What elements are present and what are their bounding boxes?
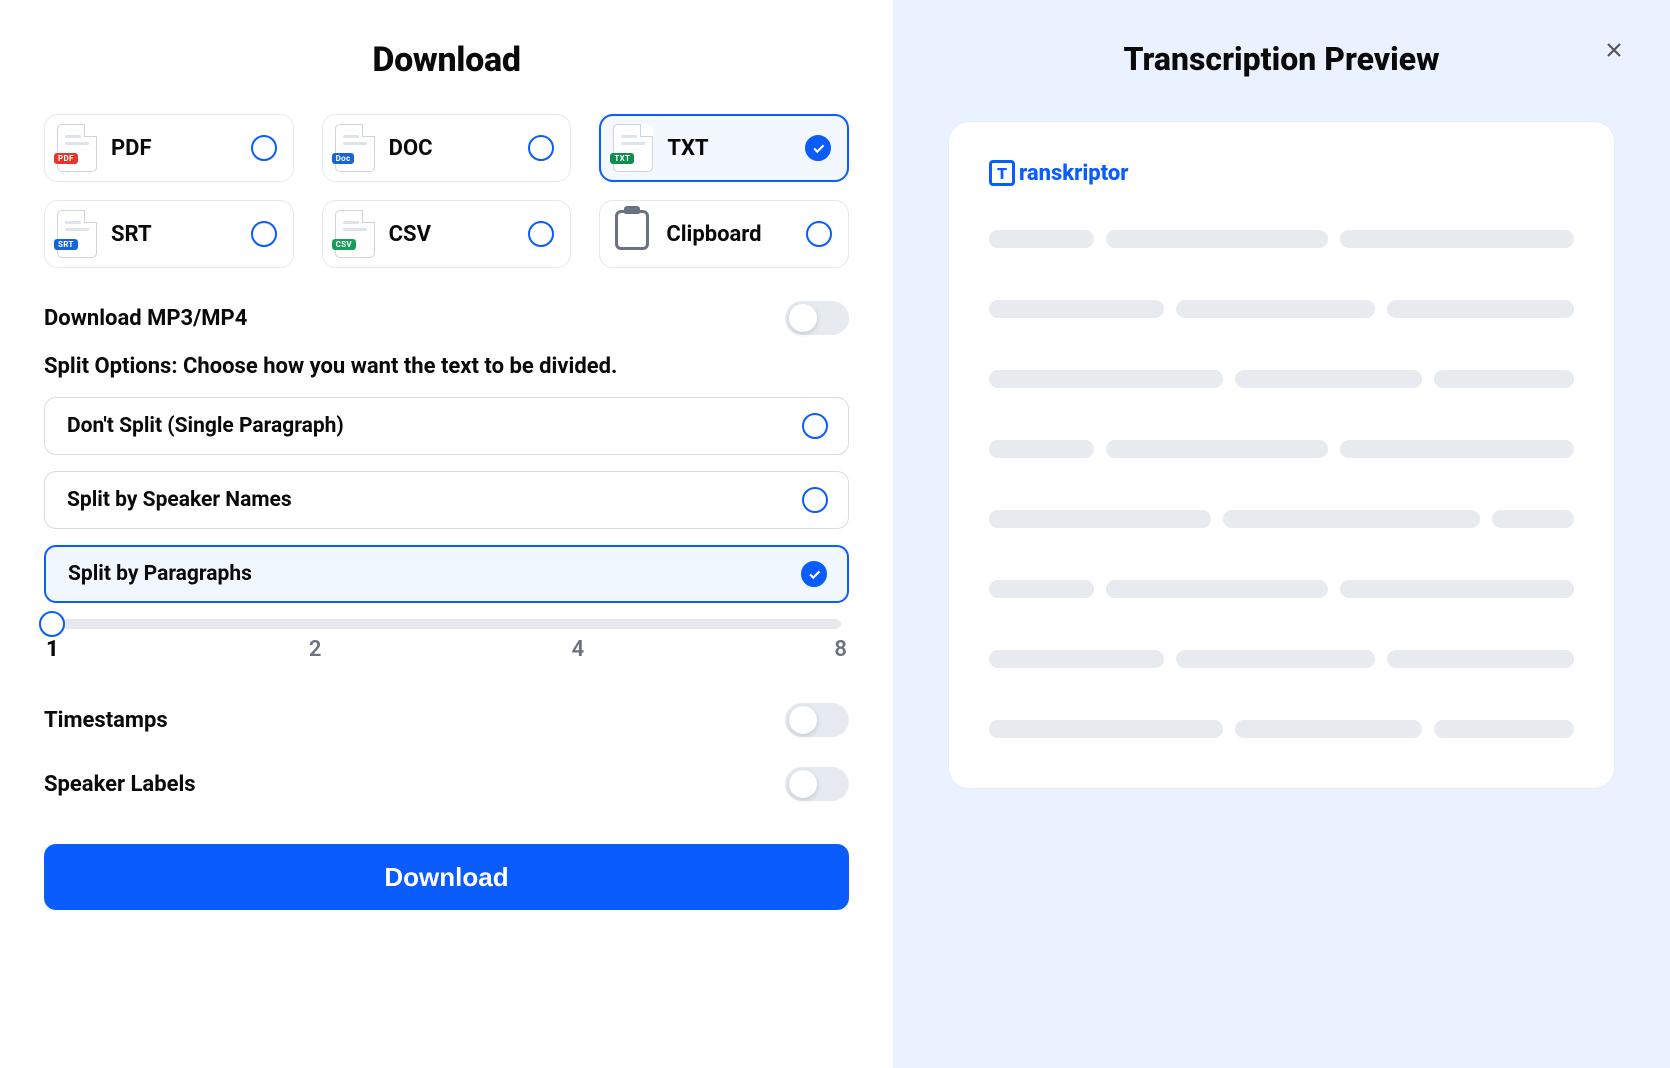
csv-file-icon: CSV (335, 210, 375, 258)
page-title: Download (44, 40, 849, 80)
preview-skeleton-row (989, 510, 1574, 528)
preview-card: Transkriptor (949, 122, 1614, 788)
format-label: TXT (667, 136, 791, 161)
radio-unchecked-icon (528, 221, 554, 247)
format-srt[interactable]: SRT SRT (44, 200, 294, 268)
slider-tick-labels: 1 2 4 8 (44, 637, 849, 662)
preview-skeleton-row (989, 650, 1574, 668)
slider-tick: 1 (46, 637, 59, 662)
brand-logo-icon: T (989, 160, 1015, 186)
split-option-label: Don't Split (Single Paragraph) (67, 414, 344, 438)
radio-unchecked-icon (528, 135, 554, 161)
format-csv[interactable]: CSV CSV (322, 200, 572, 268)
preview-skeleton-row (989, 370, 1574, 388)
preview-title: Transcription Preview (893, 40, 1670, 78)
pdf-file-icon: PDF (57, 124, 97, 172)
download-media-toggle[interactable] (785, 301, 849, 335)
format-grid: PDF PDF Doc DOC TXT TXT (44, 114, 849, 268)
speaker-labels-label: Speaker Labels (44, 772, 196, 797)
srt-file-icon: SRT (57, 210, 97, 258)
format-label: SRT (111, 222, 237, 247)
split-option-label: Split by Speaker Names (67, 488, 292, 512)
format-label: DOC (389, 136, 515, 161)
slider-handle[interactable] (39, 611, 65, 637)
split-options-title: Split Options: Choose how you want the t… (44, 354, 849, 379)
preview-skeleton-row (989, 230, 1574, 248)
format-label: PDF (111, 136, 237, 161)
paragraph-slider: 1 2 4 8 (44, 619, 849, 662)
split-option-label: Split by Paragraphs (68, 562, 252, 586)
download-panel: Download PDF PDF Doc DOC TXT (0, 0, 893, 1068)
radio-unchecked-icon (251, 135, 277, 161)
radio-unchecked-icon (802, 487, 828, 513)
split-option-paragraphs[interactable]: Split by Paragraphs (44, 545, 849, 603)
clipboard-icon (612, 210, 652, 258)
brand-logo: Transkriptor (989, 160, 1574, 186)
format-pdf[interactable]: PDF PDF (44, 114, 294, 182)
speaker-labels-toggle[interactable] (785, 767, 849, 801)
speaker-labels-row: Speaker Labels (44, 762, 849, 806)
timestamps-row: Timestamps (44, 698, 849, 742)
preview-panel: Transcription Preview Transkriptor (893, 0, 1670, 1068)
timestamps-label: Timestamps (44, 708, 168, 733)
radio-unchecked-icon (806, 221, 832, 247)
slider-tick: 2 (309, 637, 322, 662)
format-label: CSV (389, 222, 515, 247)
format-doc[interactable]: Doc DOC (322, 114, 572, 182)
txt-file-icon: TXT (613, 124, 653, 172)
preview-skeleton-row (989, 720, 1574, 738)
radio-checked-icon (805, 135, 831, 161)
format-txt[interactable]: TXT TXT (599, 114, 849, 182)
close-button[interactable] (1598, 34, 1630, 66)
download-button[interactable]: Download (44, 844, 849, 910)
slider-tick: 8 (834, 637, 847, 662)
radio-checked-icon (801, 561, 827, 587)
close-icon (1602, 38, 1626, 62)
radio-unchecked-icon (251, 221, 277, 247)
brand-name: ranskriptor (1019, 161, 1128, 186)
radio-unchecked-icon (802, 413, 828, 439)
format-clipboard[interactable]: Clipboard (599, 200, 849, 268)
download-media-label: Download MP3/MP4 (44, 306, 247, 331)
preview-skeleton-row (989, 440, 1574, 458)
preview-skeleton-row (989, 300, 1574, 318)
split-option-none[interactable]: Don't Split (Single Paragraph) (44, 397, 849, 455)
doc-file-icon: Doc (335, 124, 375, 172)
format-label: Clipboard (666, 222, 792, 247)
download-media-row: Download MP3/MP4 (44, 296, 849, 340)
timestamps-toggle[interactable] (785, 703, 849, 737)
split-option-speaker[interactable]: Split by Speaker Names (44, 471, 849, 529)
slider-track[interactable] (52, 619, 841, 629)
slider-tick: 4 (572, 637, 585, 662)
preview-skeleton-row (989, 580, 1574, 598)
